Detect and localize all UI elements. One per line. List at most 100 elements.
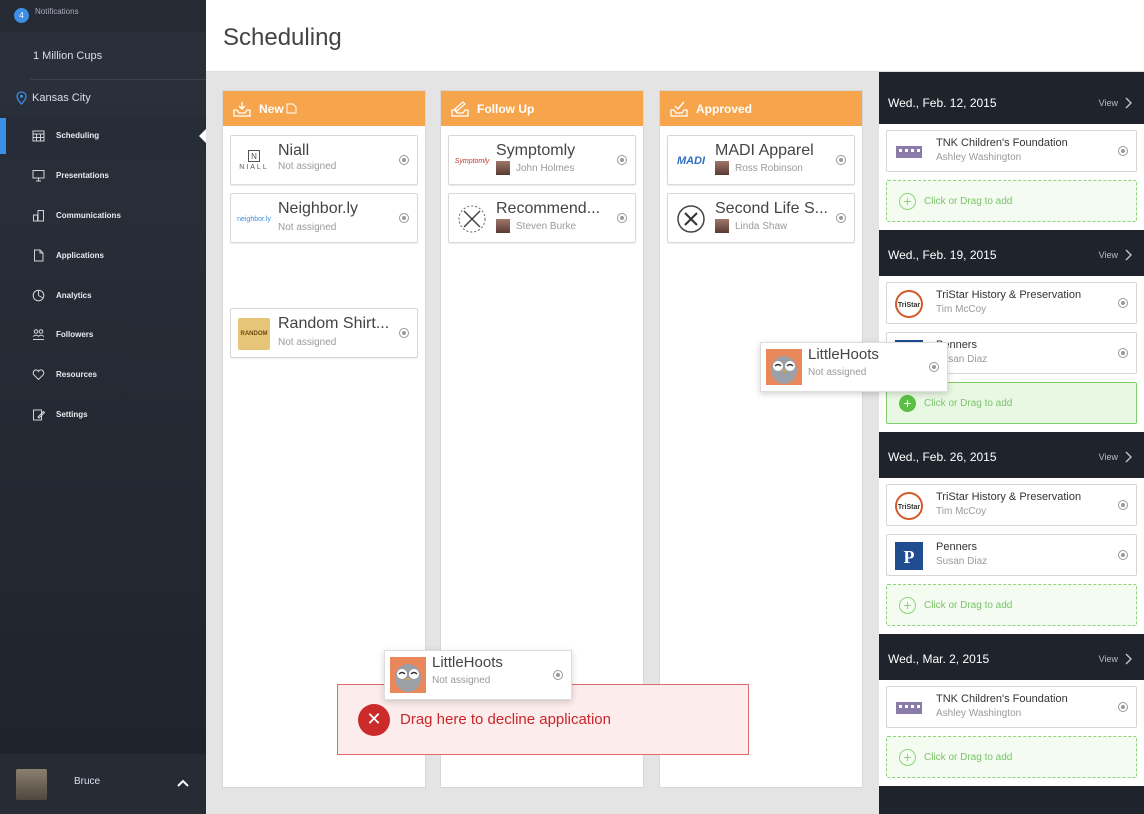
card-title: MADI Apparel — [715, 142, 814, 159]
application-card[interactable]: Second Life S... Linda Shaw — [667, 193, 855, 243]
options-icon[interactable] — [1118, 146, 1128, 156]
options-icon[interactable] — [1118, 550, 1128, 560]
card-title: LittleHoots — [808, 346, 879, 363]
crossed-circle-logo-icon — [458, 205, 486, 233]
options-icon[interactable] — [399, 155, 409, 165]
view-label: View — [1098, 654, 1118, 664]
schedule-day: Wed., Feb. 12, 2015 View TNK Children's … — [879, 82, 1144, 230]
sidebar-item-presentations[interactable]: Presentations — [0, 156, 206, 196]
scheduled-slot[interactable]: P Penners Susan Diaz — [886, 534, 1137, 576]
scheduled-slot[interactable]: TNK Children's Foundation Ashley Washing… — [886, 686, 1137, 728]
card-subtitle: John Holmes — [496, 161, 574, 175]
application-card[interactable]: Symptomly Symptomly John Holmes — [448, 135, 636, 185]
slot-title: TNK Children's Foundation — [936, 693, 1068, 705]
sidebar-item-analytics[interactable]: Analytics — [0, 275, 206, 315]
notifications[interactable]: 4 Notifications — [14, 7, 79, 23]
sidebar-item-scheduling[interactable]: Scheduling — [0, 116, 206, 156]
sidebar-item-applications[interactable]: Applications — [0, 235, 206, 275]
column-title: New — [259, 101, 284, 116]
application-card[interactable]: Recommend... Steven Burke — [448, 193, 636, 243]
options-icon[interactable] — [836, 155, 846, 165]
company-logo — [894, 137, 924, 167]
tools-badge-icon — [677, 205, 705, 233]
view-button[interactable]: View — [1099, 653, 1132, 665]
svg-text:TriStar: TriStar — [898, 302, 920, 309]
sidebar-item-communications[interactable]: Communications — [0, 196, 206, 236]
logo-text: NIALL — [239, 163, 269, 171]
slot-person: Ashley Washington — [936, 708, 1022, 719]
assignee-name: John Holmes — [516, 162, 575, 174]
day-header: Wed., Mar. 2, 2015 View — [879, 638, 1144, 680]
scheduled-slot[interactable]: TriStar TriStar History & Preservation T… — [886, 484, 1137, 526]
card-title: Recommend... — [496, 200, 601, 217]
analytics-icon — [31, 288, 45, 302]
city-selector[interactable]: Kansas City — [16, 91, 91, 105]
sidebar-item-followers[interactable]: Followers — [0, 315, 206, 355]
chevron-right-icon — [1125, 653, 1132, 665]
dragged-application-card[interactable]: LittleHoots Not assigned — [384, 650, 572, 700]
sidebar-item-resources[interactable]: Resources — [0, 355, 206, 395]
options-icon[interactable] — [617, 155, 627, 165]
view-button[interactable]: View — [1099, 451, 1132, 463]
plus-icon: + — [899, 394, 916, 412]
sidebar-item-label: Analytics — [56, 290, 92, 300]
sidebar: 4 Notifications 1 Million Cups Kansas Ci… — [0, 0, 206, 814]
options-icon[interactable] — [553, 670, 563, 680]
application-card[interactable]: neighbor.ly Neighbor.ly Not assigned — [230, 193, 418, 243]
card-subtitle: Ross Robinson — [715, 161, 803, 175]
building-logo-icon — [896, 702, 922, 714]
add-slot-button[interactable]: + Click or Drag to add — [886, 180, 1137, 222]
options-icon[interactable] — [1118, 348, 1128, 358]
sidebar-item-settings[interactable]: Settings — [0, 395, 206, 435]
tristar-logo-icon: TriStar — [895, 290, 923, 318]
calendar-icon — [31, 129, 45, 143]
plus-icon: + — [899, 748, 916, 766]
sidebar-item-label: Settings — [56, 409, 88, 419]
scheduled-slot[interactable]: TNK Children's Foundation Ashley Washing… — [886, 130, 1137, 172]
options-icon[interactable] — [399, 328, 409, 338]
scheduled-slot[interactable]: TriStar TriStar History & Preservation T… — [886, 282, 1137, 324]
logo-text: neighbor.ly — [237, 215, 271, 223]
options-icon[interactable] — [399, 213, 409, 223]
options-icon[interactable] — [617, 213, 627, 223]
schedule-day: Wed., Feb. 19, 2015 View TriStar TriStar… — [879, 234, 1144, 432]
svg-text:TriStar: TriStar — [898, 504, 920, 511]
day-date: Wed., Mar. 2, 2015 — [888, 652, 990, 666]
company-logo: N NIALL — [239, 149, 269, 171]
slot-person: Ashley Washington — [936, 152, 1022, 163]
avatar — [715, 219, 729, 233]
column-title: Follow Up — [477, 101, 535, 116]
view-button[interactable]: View — [1099, 97, 1132, 109]
card-subtitle: Not assigned — [808, 367, 867, 378]
add-slot-button[interactable]: + Click or Drag to add — [886, 736, 1137, 778]
slot-title: TriStar History & Preservation — [936, 289, 1082, 301]
column-header-follow-up: Follow Up — [441, 91, 643, 126]
org-name[interactable]: 1 Million Cups — [33, 50, 102, 62]
add-slot-button[interactable]: + Click or Drag to add — [886, 584, 1137, 626]
logo-text: RANDOM — [240, 331, 268, 337]
day-slots: TNK Children's Foundation Ashley Washing… — [879, 680, 1144, 786]
card-subtitle: Not assigned — [432, 675, 491, 686]
company-logo: neighbor.ly — [237, 203, 271, 235]
schedule-panel: Wed., Feb. 12, 2015 View TNK Children's … — [879, 72, 1144, 814]
user-menu[interactable]: Bruce — [0, 754, 206, 814]
notification-count-badge[interactable]: 4 — [14, 8, 29, 23]
company-logo: MADI — [675, 145, 707, 177]
options-icon[interactable] — [1118, 298, 1128, 308]
application-card[interactable]: MADI MADI Apparel Ross Robinson — [667, 135, 855, 185]
card-title: Niall — [278, 142, 310, 159]
options-icon[interactable] — [929, 362, 939, 372]
chevron-up-icon[interactable] — [177, 779, 189, 787]
application-card[interactable]: N NIALL Niall Not assigned — [230, 135, 418, 185]
view-button[interactable]: View — [1099, 249, 1132, 261]
application-card[interactable]: RANDOM Random Shirt... Not assigned — [230, 308, 418, 358]
page-header: Scheduling — [206, 0, 1144, 72]
dragged-application-card[interactable]: LittleHoots Not assigned — [760, 342, 948, 392]
slot-title: TNK Children's Foundation — [936, 137, 1068, 149]
options-icon[interactable] — [1118, 500, 1128, 510]
options-icon[interactable] — [836, 213, 846, 223]
card-title: Random Shirt... — [278, 315, 390, 332]
presentation-icon — [31, 169, 45, 183]
day-date: Wed., Feb. 26, 2015 — [888, 450, 997, 464]
options-icon[interactable] — [1118, 702, 1128, 712]
